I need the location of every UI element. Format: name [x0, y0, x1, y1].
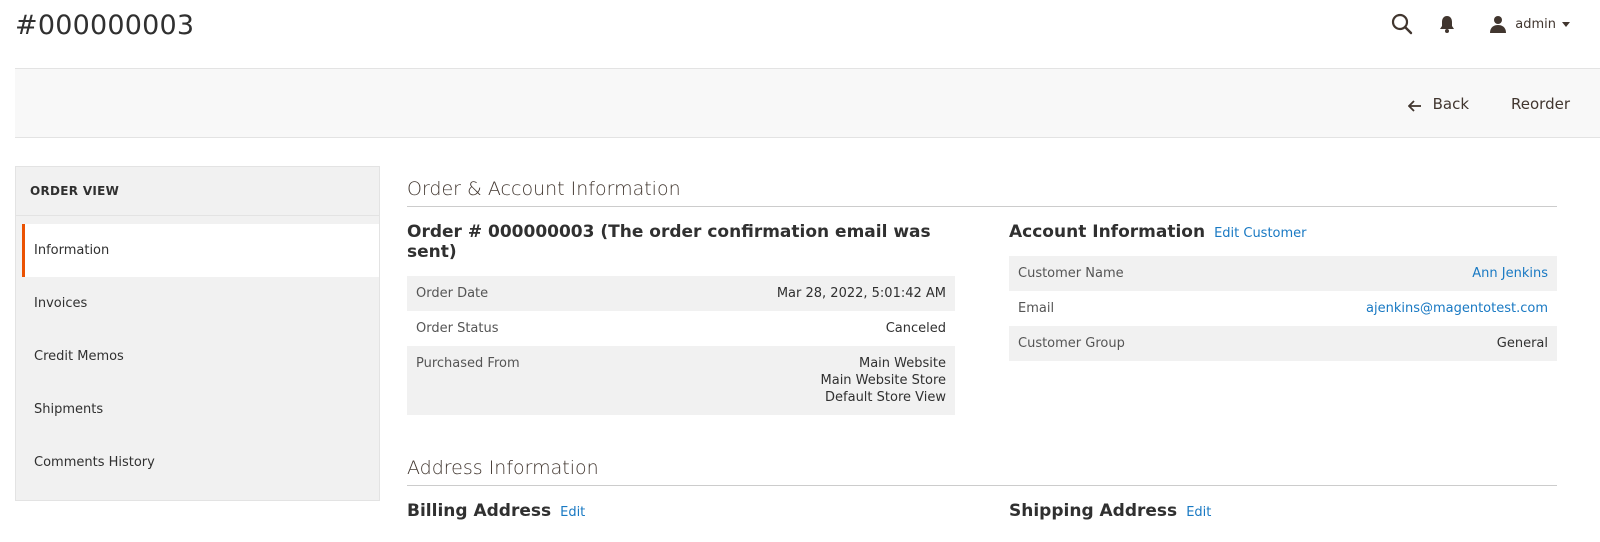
arrow-left-icon	[1407, 98, 1422, 112]
order-number-title: Order # 000000003 (The order confirmatio…	[407, 222, 931, 262]
order-info-title: Order # 000000003 (The order confirmatio…	[407, 222, 955, 262]
account-info-title: Account Information Edit Customer	[1009, 222, 1557, 242]
order-status-value: Canceled	[885, 321, 946, 336]
account-info-block: Account Information Edit Customer Custom…	[1009, 222, 1557, 361]
tab-invoices[interactable]: Invoices	[16, 277, 379, 330]
customer-group-value: General	[1496, 336, 1548, 351]
order-status-label: Order Status	[416, 321, 499, 336]
tab-information[interactable]: Information	[22, 224, 379, 277]
user-icon	[1489, 15, 1507, 33]
back-button-label: Back	[1432, 95, 1470, 113]
shipping-address-title: Shipping Address Edit	[1009, 501, 1557, 521]
email-link[interactable]: ajenkins@magentotest.com	[1220, 291, 1557, 326]
store-view: Default Store View	[825, 390, 946, 405]
page-actions-bar: Back Reorder	[15, 68, 1600, 138]
edit-billing-address-link[interactable]: Edit	[560, 505, 585, 520]
table-row: Order Status Canceled	[407, 311, 955, 346]
billing-address-title: Billing Address Edit	[407, 501, 955, 521]
store-website: Main Website	[859, 356, 946, 371]
customer-name-label: Customer Name	[1018, 266, 1124, 281]
billing-address-heading: Billing Address	[407, 501, 552, 521]
user-menu[interactable]: admin	[1489, 15, 1570, 33]
order-account-section: Order & Account Information Order # 0000…	[407, 178, 1557, 415]
shipping-address-block: Shipping Address Edit	[1009, 501, 1557, 521]
email-label: Email	[1018, 301, 1055, 316]
reorder-button[interactable]: Reorder	[1511, 95, 1570, 113]
table-row: Customer Name Ann Jenkins	[1009, 256, 1557, 291]
header-actions: admin	[1391, 12, 1570, 36]
table-row: Customer Group General	[1009, 326, 1557, 361]
store-name: Main Website Store	[820, 373, 946, 388]
back-button[interactable]: Back	[1407, 95, 1470, 113]
shipping-address-heading: Shipping Address	[1009, 501, 1178, 521]
page-header: #000000003 admin	[0, 0, 1600, 68]
sidebar-tabs: Information Invoices Credit Memos Shipme…	[16, 224, 379, 489]
tab-comments-history[interactable]: Comments History	[16, 436, 379, 489]
billing-address-block: Billing Address Edit	[407, 501, 955, 521]
tab-credit-memos[interactable]: Credit Memos	[16, 330, 379, 383]
purchased-from-value: Main Website Main Website Store Default …	[623, 346, 955, 415]
page-actions: Back Reorder	[1407, 69, 1570, 139]
sidebar-title: ORDER VIEW	[16, 167, 379, 216]
order-date-label: Order Date	[416, 286, 489, 301]
customer-name-link[interactable]: Ann Jenkins	[1220, 256, 1557, 291]
section-title-order-account: Order & Account Information	[407, 178, 1557, 207]
edit-shipping-address-link[interactable]: Edit	[1186, 505, 1211, 520]
order-info-block: Order # 000000003 (The order confirmatio…	[407, 222, 955, 415]
customer-group-label: Customer Group	[1018, 336, 1125, 351]
user-name: admin	[1515, 16, 1556, 32]
account-info-table: Customer Name Ann Jenkins Email ajenkins…	[1009, 256, 1557, 361]
table-row: Purchased From Main Website Main Website…	[407, 346, 955, 415]
chevron-down-icon	[1562, 21, 1570, 27]
order-date-value: Mar 28, 2022, 5:01:42 AM	[776, 286, 946, 301]
order-view-sidebar: ORDER VIEW Information Invoices Credit M…	[15, 166, 380, 501]
table-row: Order Date Mar 28, 2022, 5:01:42 AM	[407, 276, 955, 311]
address-section: Address Information Billing Address Edit…	[407, 457, 1557, 521]
page-title: #000000003	[15, 10, 195, 41]
account-info-heading: Account Information	[1009, 222, 1206, 242]
edit-customer-link[interactable]: Edit Customer	[1214, 226, 1306, 241]
section-title-address: Address Information	[407, 457, 1557, 486]
purchased-from-label: Purchased From	[416, 356, 520, 371]
tab-shipments[interactable]: Shipments	[16, 383, 379, 436]
table-row: Email ajenkins@magentotest.com	[1009, 291, 1557, 326]
order-info-table: Order Date Mar 28, 2022, 5:01:42 AM Orde…	[407, 276, 955, 415]
bell-icon[interactable]	[1439, 15, 1455, 33]
search-icon[interactable]	[1391, 13, 1413, 35]
